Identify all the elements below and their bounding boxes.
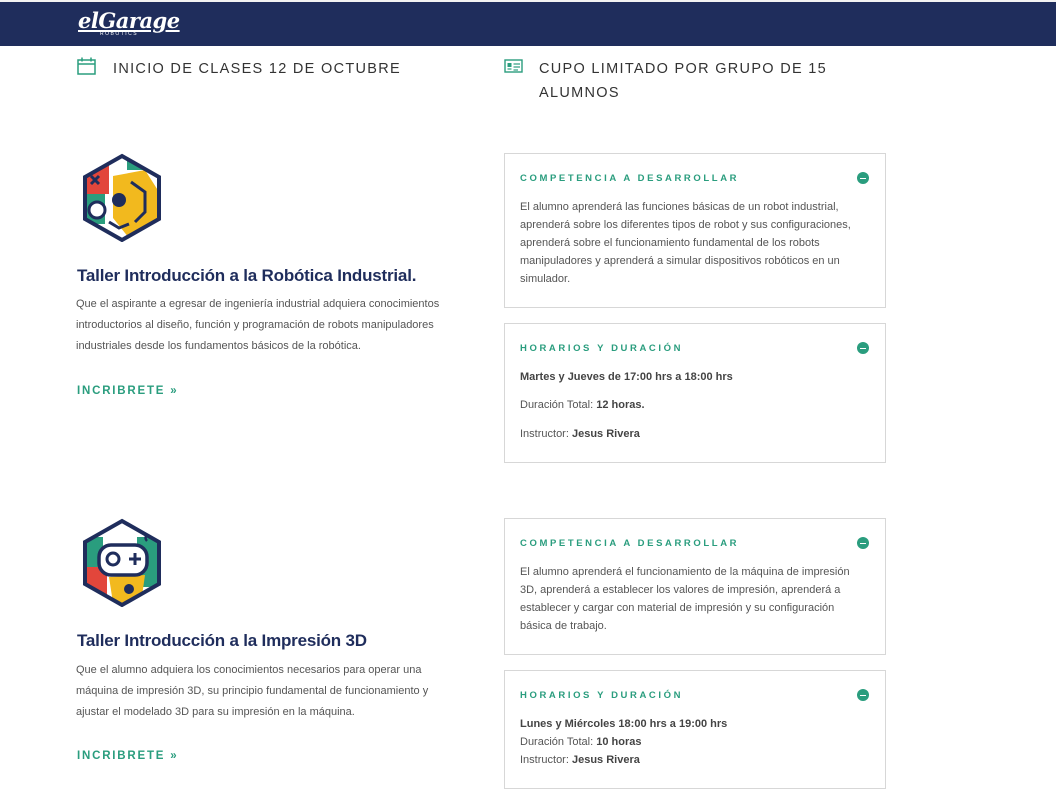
- robot-arm-hexagon-icon: [83, 153, 161, 242]
- panel-title: HORARIOS Y DURACIÓN: [520, 689, 684, 701]
- horarios-body: Martes y Jueves de 17:00 hrs a 18:00 hrs…: [520, 368, 869, 443]
- competencia-text: El alumno aprenderá las funciones básica…: [520, 201, 851, 285]
- cupo-text-line1: CUPO LIMITADO POR GRUPO DE 15: [539, 61, 828, 77]
- horarios-panel: HORARIOS Y DURACIÓN Martes y Jueves de 1…: [504, 323, 886, 463]
- panel-title: HORARIOS Y DURACIÓN: [520, 342, 684, 354]
- course-description: Que el alumno adquiera los conocimientos…: [76, 664, 429, 718]
- instructor-row: Instructor: Jesus Rivera: [520, 751, 869, 769]
- duration-row: Duración Total: 10 horas: [520, 733, 869, 751]
- instructor-row: Instructor: Jesus Rivera: [520, 425, 869, 443]
- cupo-text-line2: ALUMNOS: [539, 85, 620, 101]
- collapse-icon[interactable]: [857, 689, 869, 701]
- competencia-panel: COMPETENCIA A DESARROLLAR El alumno apre…: [504, 518, 886, 655]
- cupo-text: CUPO LIMITADO POR GRUPO DE 15 ALUMNOS: [539, 57, 827, 105]
- course-title: Taller Introducción a la Robótica Indust…: [77, 266, 417, 285]
- enroll-link[interactable]: INCRIBRETE »: [77, 750, 178, 762]
- logo-text: elGarage: [78, 8, 180, 33]
- cupo-info: CUPO LIMITADO POR GRUPO DE 15 ALUMNOS: [504, 57, 827, 105]
- competencia-panel: COMPETENCIA A DESARROLLAR El alumno apre…: [504, 153, 886, 308]
- gamepad-hexagon-icon: [83, 518, 161, 607]
- instructor-label: Instructor:: [520, 754, 569, 766]
- instructor-label: Instructor:: [520, 428, 569, 440]
- horarios-panel-header[interactable]: HORARIOS Y DURACIÓN: [520, 689, 869, 701]
- duration-label: Duración Total:: [520, 399, 594, 411]
- horarios-panel: HORARIOS Y DURACIÓN Lunes y Miércoles 18…: [504, 670, 886, 789]
- duration-row: Duración Total: 12 horas.: [520, 396, 869, 414]
- horarios-body: Lunes y Miércoles 18:00 hrs a 19:00 hrs …: [520, 715, 869, 769]
- competencia-text: El alumno aprenderá el funcionamiento de…: [520, 566, 850, 632]
- course-title: Taller Introducción a la Impresión 3D: [77, 631, 367, 650]
- collapse-icon[interactable]: [857, 172, 869, 184]
- instructor-value: Jesus Rivera: [571, 754, 640, 766]
- course-description: Que el aspirante a egresar de ingeniería…: [76, 298, 440, 352]
- competencia-panel-header[interactable]: COMPETENCIA A DESARROLLAR: [520, 537, 869, 549]
- calendar-icon: [77, 57, 96, 75]
- start-date-text: INICIO DE CLASES 12 DE OCTUBRE: [113, 61, 401, 77]
- panel-title: COMPETENCIA A DESARROLLAR: [520, 537, 740, 549]
- top-navigation-bar: elGarage ROBOTICS: [0, 0, 1056, 46]
- schedule-text: Martes y Jueves de 17:00 hrs a 18:00 hrs: [520, 371, 733, 383]
- horarios-panel-header[interactable]: HORARIOS Y DURACIÓN: [520, 342, 869, 354]
- duration-value: 12 horas.: [596, 399, 645, 411]
- collapse-icon[interactable]: [857, 342, 869, 354]
- id-card-icon: [504, 59, 523, 73]
- duration-label: Duración Total:: [520, 736, 594, 748]
- panel-title: COMPETENCIA A DESARROLLAR: [520, 172, 740, 184]
- instructor-value: Jesus Rivera: [571, 428, 640, 440]
- duration-value: 10 horas: [596, 736, 642, 748]
- schedule-text: Lunes y Miércoles 18:00 hrs a 19:00 hrs: [520, 718, 728, 730]
- start-date-info: INICIO DE CLASES 12 DE OCTUBRE: [77, 57, 401, 81]
- competencia-panel-header[interactable]: COMPETENCIA A DESARROLLAR: [520, 172, 869, 184]
- enroll-link[interactable]: INCRIBRETE »: [77, 385, 178, 397]
- site-logo[interactable]: elGarage ROBOTICS: [78, 8, 180, 38]
- collapse-icon[interactable]: [857, 537, 869, 549]
- logo-subtext: ROBOTICS: [100, 31, 139, 37]
